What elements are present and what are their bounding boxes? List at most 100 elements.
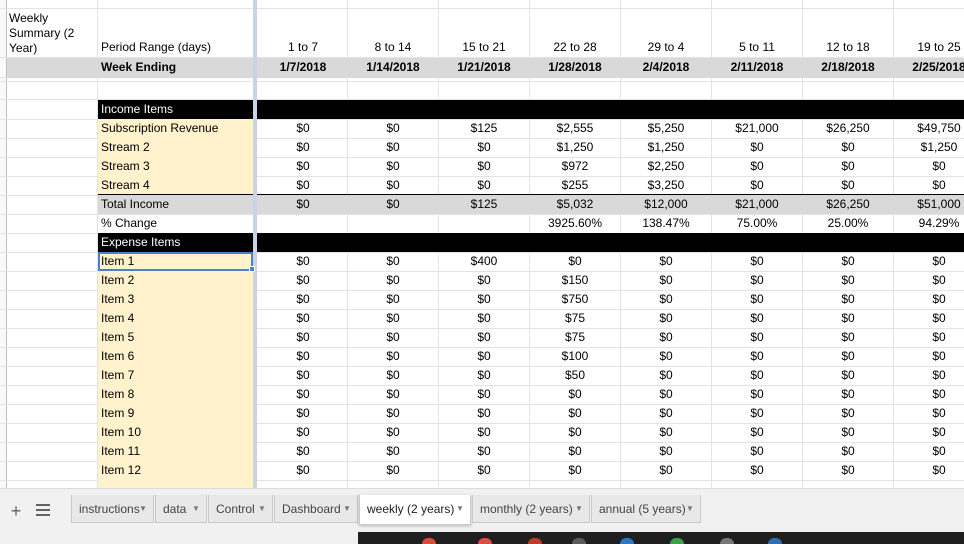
expense-value-cell[interactable]: $0	[439, 423, 529, 442]
expense-value-cell[interactable]: $75	[530, 328, 620, 347]
expense-value-cell[interactable]: $0	[530, 461, 620, 480]
total-income-cell[interactable]: $125	[439, 195, 529, 214]
taskbar-app-icon[interactable]	[422, 538, 436, 544]
expense-value-cell[interactable]: $0	[712, 252, 802, 271]
chevron-down-icon[interactable]: ▼	[139, 495, 147, 523]
expense-value-cell[interactable]: $0	[712, 290, 802, 309]
expense-value-cell[interactable]: $0	[439, 404, 529, 423]
chevron-down-icon[interactable]: ▼	[258, 495, 266, 523]
taskbar-app-icon[interactable]	[620, 538, 634, 544]
menu-icon[interactable]	[36, 504, 50, 518]
sheet-tab[interactable]: instructions ▼	[71, 495, 154, 523]
income-value-cell[interactable]: $255	[530, 176, 620, 195]
taskbar-app-icon[interactable]	[768, 538, 782, 544]
income-value-cell[interactable]: $0	[348, 138, 438, 157]
sheet-tab[interactable]: weekly (2 years) ▼	[359, 495, 471, 525]
expense-value-cell[interactable]: $0	[712, 366, 802, 385]
chevron-down-icon[interactable]: ▼	[575, 495, 583, 523]
expense-value-cell[interactable]: $0	[621, 309, 711, 328]
expense-value-cell[interactable]: $0	[530, 404, 620, 423]
expense-value-cell[interactable]: $0	[439, 271, 529, 290]
income-value-cell[interactable]: $26,250	[803, 119, 893, 138]
expense-value-cell[interactable]: $0	[530, 442, 620, 461]
percent-change-cell[interactable]: 138.47%	[621, 214, 711, 233]
expense-row-label[interactable]: Item 5	[98, 328, 253, 347]
income-items-header[interactable]: Income Items	[98, 100, 253, 119]
expense-value-cell[interactable]: $0	[621, 366, 711, 385]
expense-value-cell[interactable]: $0	[803, 271, 893, 290]
expense-value-cell[interactable]: $0	[621, 328, 711, 347]
percent-change-cell[interactable]: 75.00%	[712, 214, 802, 233]
expense-items-header[interactable]: Expense Items	[98, 233, 253, 252]
week-ending-cell[interactable]: 2/11/2018	[712, 58, 802, 77]
income-value-cell[interactable]: $0	[803, 138, 893, 157]
taskbar-app-icon[interactable]	[720, 538, 734, 544]
period-range-cell[interactable]: 15 to 21	[439, 38, 529, 57]
expense-value-cell[interactable]: $50	[530, 366, 620, 385]
income-value-cell[interactable]: $1,250	[530, 138, 620, 157]
expense-value-cell[interactable]: $0	[258, 461, 348, 480]
total-income-cell[interactable]: $12,000	[621, 195, 711, 214]
expense-value-cell[interactable]: $0	[621, 461, 711, 480]
expense-value-cell[interactable]: $0	[621, 271, 711, 290]
sheet-title-cell[interactable]: Weekly Summary (2 Year)	[9, 11, 97, 56]
spreadsheet-grid[interactable]: Weekly Summary (2 Year) Period Range (da…	[0, 0, 964, 488]
income-value-cell[interactable]: $0	[712, 176, 802, 195]
income-value-cell[interactable]: $0	[258, 119, 348, 138]
period-range-cell[interactable]: 5 to 11	[712, 38, 802, 57]
expense-value-cell[interactable]: $0	[439, 290, 529, 309]
expense-value-cell[interactable]: $0	[894, 290, 964, 309]
expense-row-label[interactable]: Item 8	[98, 385, 253, 404]
row-header[interactable]	[0, 0, 7, 488]
period-range-cell[interactable]: 22 to 28	[530, 38, 620, 57]
expense-value-cell[interactable]: $0	[439, 366, 529, 385]
expense-value-cell[interactable]: $0	[803, 404, 893, 423]
expense-value-cell[interactable]: $0	[439, 385, 529, 404]
expense-value-cell[interactable]: $0	[621, 442, 711, 461]
expense-row-label[interactable]: Item 6	[98, 347, 253, 366]
chevron-down-icon[interactable]: ▼	[456, 495, 464, 523]
expense-value-cell[interactable]: $750	[530, 290, 620, 309]
expense-value-cell[interactable]: $0	[530, 423, 620, 442]
percent-change-cell[interactable]: 25.00%	[803, 214, 893, 233]
expense-value-cell[interactable]: $0	[258, 385, 348, 404]
expense-row-label[interactable]: Item 4	[98, 309, 253, 328]
taskbar-app-icon[interactable]	[572, 538, 586, 544]
expense-value-cell[interactable]: $0	[803, 252, 893, 271]
percent-change-cell[interactable]	[348, 214, 438, 233]
taskbar-app-icon[interactable]	[670, 538, 684, 544]
income-value-cell[interactable]: $0	[439, 176, 529, 195]
income-value-cell[interactable]: $0	[894, 157, 964, 176]
expense-value-cell[interactable]: $0	[894, 271, 964, 290]
income-row-label[interactable]: Stream 4	[98, 176, 253, 195]
sheet-tab[interactable]: Control ▼	[208, 495, 273, 523]
expense-value-cell[interactable]: $0	[803, 309, 893, 328]
expense-value-cell[interactable]: $0	[348, 404, 438, 423]
expense-value-cell[interactable]: $0	[348, 366, 438, 385]
income-value-cell[interactable]: $0	[712, 138, 802, 157]
income-value-cell[interactable]: $0	[348, 176, 438, 195]
expense-value-cell[interactable]: $0	[439, 328, 529, 347]
week-ending-cell[interactable]: 1/21/2018	[439, 58, 529, 77]
expense-value-cell[interactable]: $0	[803, 366, 893, 385]
total-income-cell[interactable]: $5,032	[530, 195, 620, 214]
expense-value-cell[interactable]: $0	[621, 423, 711, 442]
sheet-tab[interactable]: annual (5 years) ▼	[591, 495, 701, 523]
week-ending-cell[interactable]: 2/25/2018	[894, 58, 964, 77]
expense-value-cell[interactable]: $0	[348, 461, 438, 480]
expense-value-cell[interactable]: $0	[894, 347, 964, 366]
expense-value-cell[interactable]: $0	[348, 328, 438, 347]
plus-icon[interactable]: +	[8, 502, 24, 520]
income-value-cell[interactable]: $2,555	[530, 119, 620, 138]
income-value-cell[interactable]: $0	[439, 138, 529, 157]
expense-value-cell[interactable]: $400	[439, 252, 529, 271]
expense-row-label[interactable]: Item 7	[98, 366, 253, 385]
period-range-cell[interactable]: 8 to 14	[348, 38, 438, 57]
expense-value-cell[interactable]: $0	[803, 385, 893, 404]
expense-value-cell[interactable]: $0	[348, 442, 438, 461]
income-row-label[interactable]: Stream 3	[98, 157, 253, 176]
total-income-cell[interactable]: $26,250	[803, 195, 893, 214]
expense-value-cell[interactable]: $0	[258, 442, 348, 461]
expense-value-cell[interactable]: $0	[712, 328, 802, 347]
expense-value-cell[interactable]: $0	[530, 252, 620, 271]
